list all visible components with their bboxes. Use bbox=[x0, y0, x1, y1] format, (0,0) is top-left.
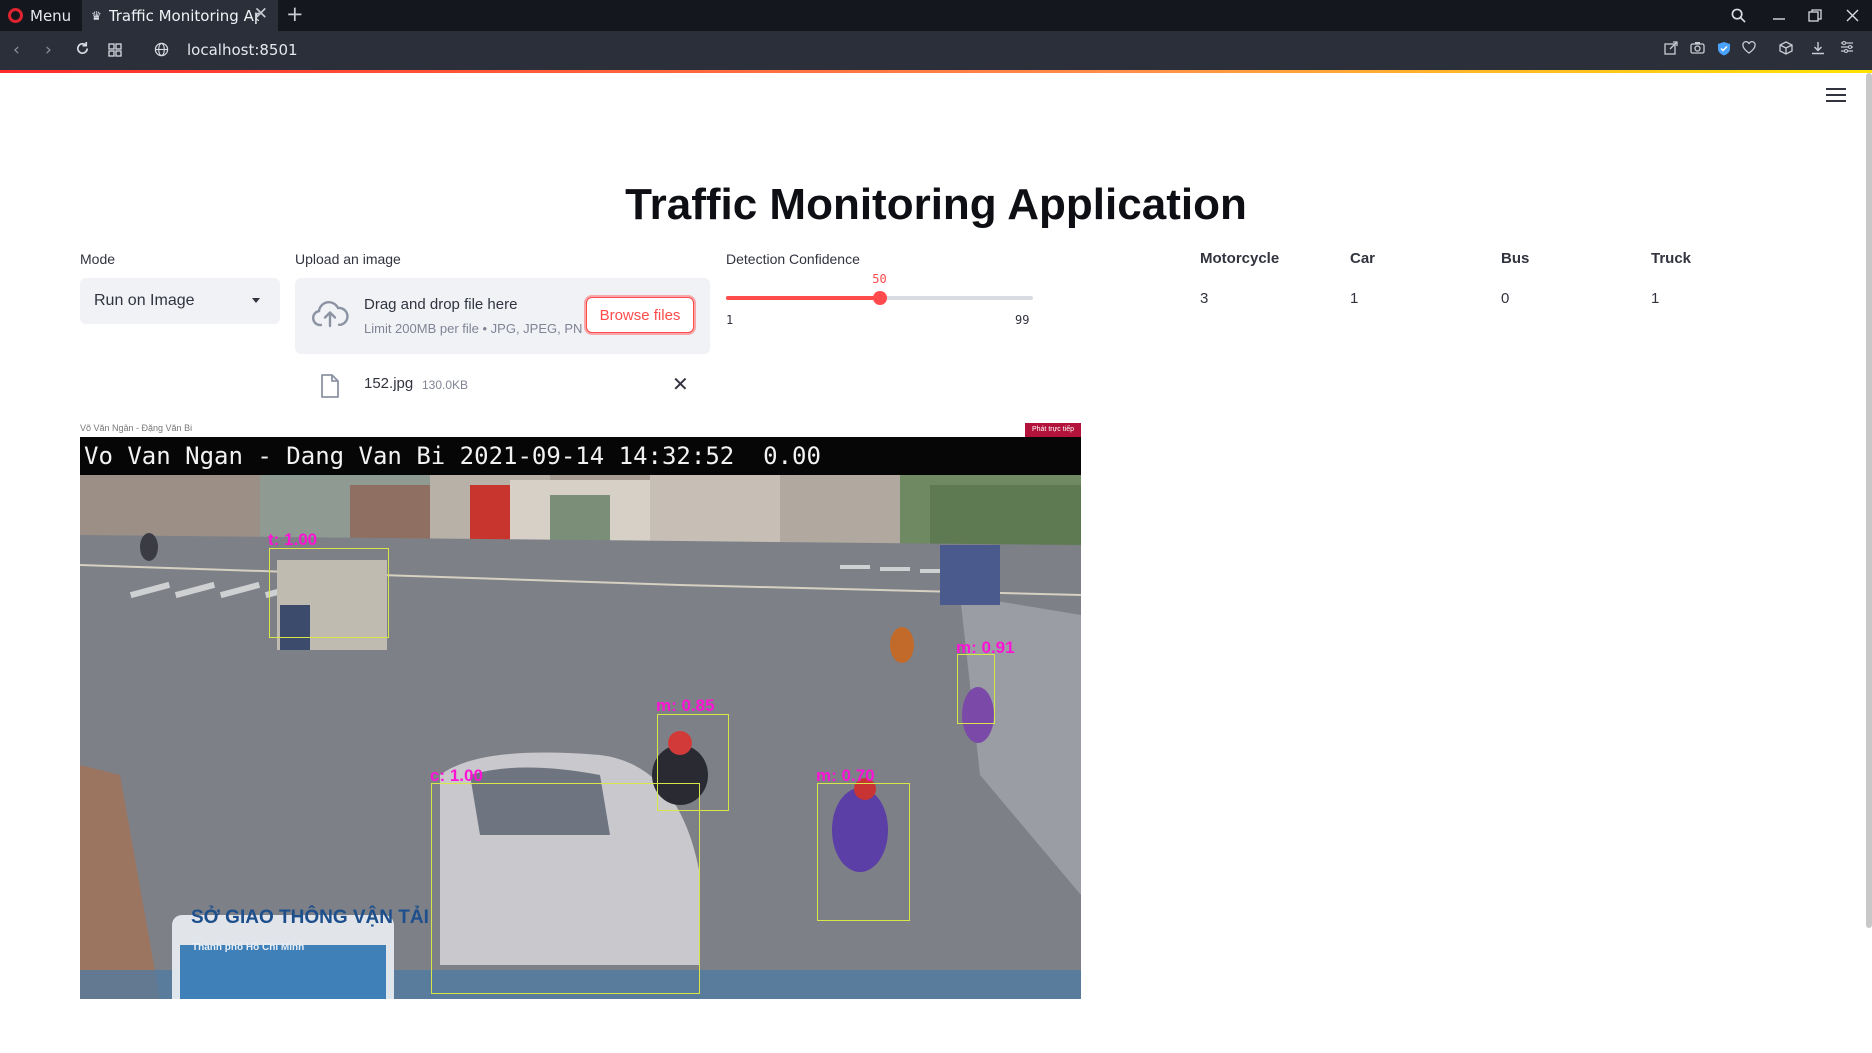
back-icon[interactable]: ‹ bbox=[13, 40, 20, 60]
detection-box-truck bbox=[269, 548, 389, 638]
sign-subtitle: Thành phố Hồ Chí Minh bbox=[192, 942, 305, 953]
browser-menu-label: Menu bbox=[30, 6, 72, 25]
streamlit-favicon-icon: ♛ bbox=[91, 8, 102, 23]
minimize-icon[interactable] bbox=[1772, 0, 1786, 31]
heart-icon[interactable] bbox=[1742, 41, 1756, 58]
uploaded-file-item: 152.jpg 130.0KB ✕ bbox=[315, 372, 695, 402]
image-caption: Võ Văn Ngân - Đặng Văn Bi bbox=[80, 423, 193, 433]
stat-bus-value: 0 bbox=[1501, 290, 1510, 307]
detection-box-motorcycle-2 bbox=[817, 783, 910, 921]
mode-select[interactable]: Run on Image bbox=[80, 278, 280, 324]
file-icon bbox=[320, 374, 339, 402]
confidence-slider-thumb[interactable] bbox=[872, 291, 887, 305]
browser-tab-bar: Menu ♛ Traffic Monitoring Application ✕ … bbox=[0, 0, 1872, 31]
extensions-cube-icon[interactable] bbox=[1779, 41, 1793, 59]
browser-menu-button[interactable]: Menu bbox=[8, 0, 71, 31]
easy-setup-icon[interactable] bbox=[1840, 41, 1854, 57]
image-caption-strip: Võ Văn Ngân - Đặng Văn Bi Phát trực tiếp bbox=[80, 420, 1081, 437]
confidence-label: Detection Confidence bbox=[726, 251, 860, 267]
uploaded-file-name: 152.jpg bbox=[364, 375, 414, 392]
browse-files-button[interactable]: Browse files bbox=[586, 297, 694, 333]
detection-label-motorcycle-1: m: 0.85 bbox=[656, 696, 715, 715]
confidence-max: 99 bbox=[1015, 313, 1030, 327]
sign-title: SỞ GIAO THÔNG VẬN TẢI bbox=[191, 907, 429, 928]
globe-icon bbox=[154, 42, 169, 62]
speed-dial-icon[interactable] bbox=[108, 42, 122, 62]
confidence-value: 50 bbox=[872, 272, 887, 286]
browser-tab-title: Traffic Monitoring Application bbox=[108, 6, 259, 25]
stat-motorcycle-label: Motorcycle bbox=[1200, 250, 1280, 267]
detection-result-image: Võ Văn Ngân - Đặng Văn Bi Phát trực tiếp… bbox=[80, 420, 1081, 999]
detection-label-car: c: 1.00 bbox=[430, 766, 483, 785]
page-title: Traffic Monitoring Application bbox=[625, 180, 1247, 229]
confidence-slider[interactable] bbox=[726, 291, 1033, 305]
file-dropzone[interactable]: Drag and drop file here Limit 200MB per … bbox=[295, 278, 710, 354]
live-badge: Phát trực tiếp bbox=[1025, 423, 1081, 437]
stat-car-label: Car bbox=[1350, 250, 1376, 267]
streamlit-decoration-bar bbox=[0, 70, 1872, 73]
reload-icon[interactable] bbox=[75, 41, 90, 61]
cloud-upload-icon bbox=[311, 300, 349, 332]
hamburger-menu-icon[interactable] bbox=[1826, 88, 1846, 104]
url-field[interactable]: localhost:8501 bbox=[187, 41, 298, 59]
restore-icon[interactable] bbox=[1808, 0, 1822, 31]
confidence-min: 1 bbox=[726, 313, 734, 327]
detection-label-motorcycle-3: m: 0.91 bbox=[956, 638, 1015, 657]
chevron-down-icon bbox=[252, 298, 260, 303]
adblock-shield-icon[interactable] bbox=[1717, 41, 1731, 60]
detection-box-motorcycle-3 bbox=[957, 654, 995, 724]
stat-car-value: 1 bbox=[1350, 290, 1359, 307]
forward-icon[interactable]: › bbox=[45, 40, 52, 60]
opera-logo-icon bbox=[8, 8, 23, 23]
remove-file-icon[interactable]: ✕ bbox=[672, 372, 689, 396]
detection-box-car bbox=[431, 783, 700, 994]
mode-select-value: Run on Image bbox=[94, 292, 195, 309]
detection-label-motorcycle-2: m: 0.70 bbox=[816, 766, 875, 785]
camera-icon[interactable] bbox=[1690, 41, 1705, 58]
upload-label: Upload an image bbox=[295, 251, 401, 267]
mode-label: Mode bbox=[80, 251, 116, 267]
share-icon[interactable] bbox=[1664, 41, 1678, 59]
new-tab-icon[interactable]: + bbox=[286, 2, 304, 26]
stat-truck-label: Truck bbox=[1651, 250, 1692, 267]
search-tabs-icon[interactable] bbox=[1731, 0, 1746, 31]
page-scrollbar[interactable] bbox=[1866, 73, 1872, 928]
window-close-icon[interactable] bbox=[1846, 0, 1859, 31]
stat-bus-label: Bus bbox=[1501, 250, 1530, 267]
confidence-slider-fill bbox=[726, 296, 880, 300]
download-icon[interactable] bbox=[1811, 41, 1825, 59]
stat-motorcycle-value: 3 bbox=[1200, 290, 1209, 307]
stat-truck-value: 1 bbox=[1651, 290, 1660, 307]
address-bar: ‹ › localhost:8501 bbox=[0, 31, 1872, 70]
dropzone-instructions: Drag and drop file here bbox=[364, 296, 518, 313]
tab-close-icon[interactable]: ✕ bbox=[254, 4, 268, 24]
uploaded-file-size: 130.0KB bbox=[422, 378, 469, 392]
dropzone-limit: Limit 200MB per file • JPG, JPEG, PNG bbox=[364, 321, 582, 336]
browser-tab-active[interactable]: ♛ Traffic Monitoring Application ✕ bbox=[82, 0, 278, 31]
detection-label-truck: t: 1.00 bbox=[268, 530, 318, 549]
camera-osd-text: Vo Van Ngan - Dang Van Bi 2021-09-14 14:… bbox=[80, 437, 1081, 475]
